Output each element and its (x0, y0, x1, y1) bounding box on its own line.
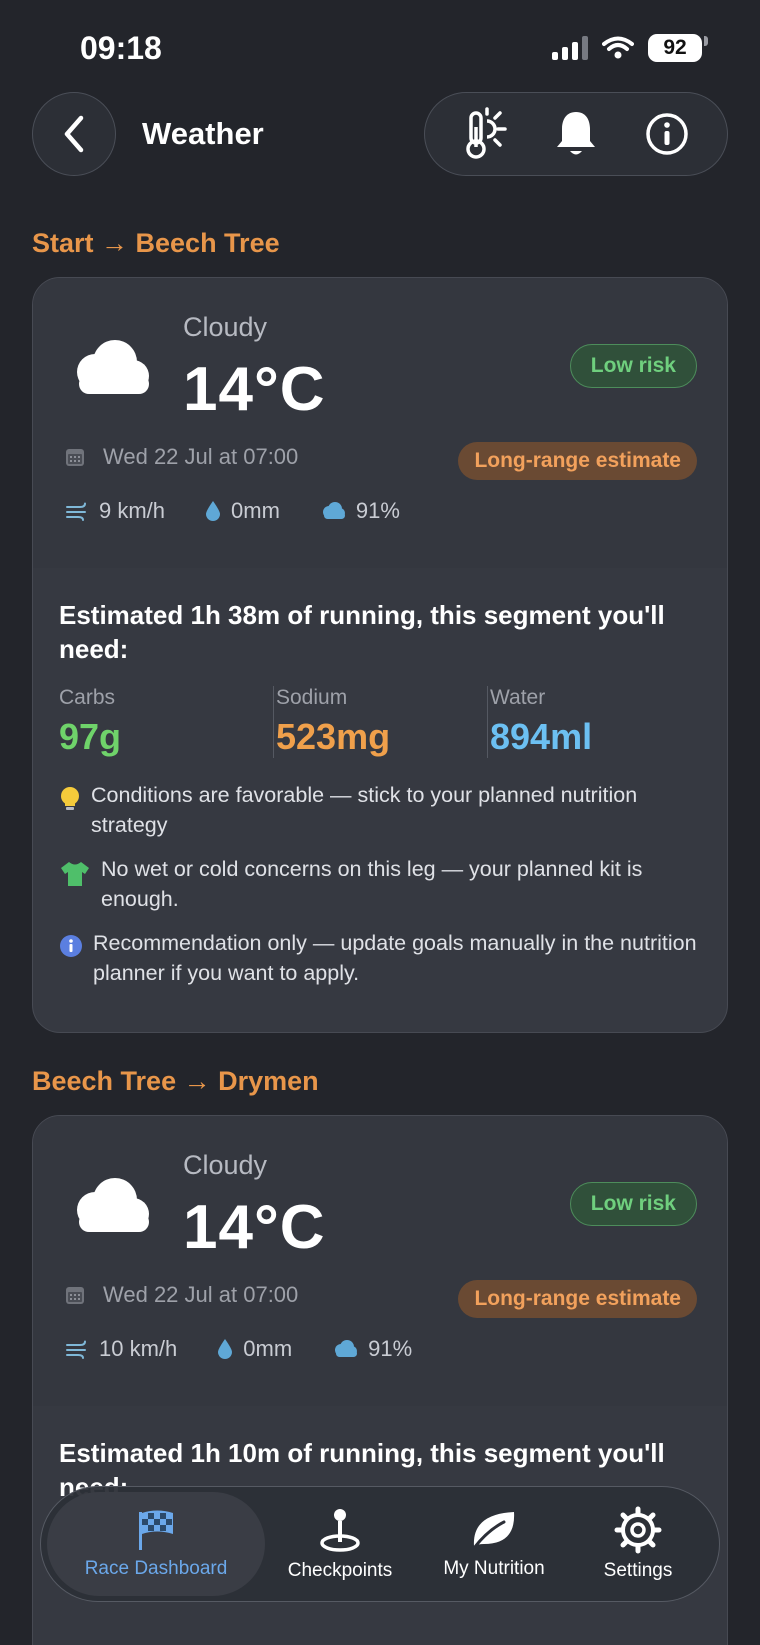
tab-checkpoints[interactable]: Checkpoints (265, 1492, 415, 1596)
cloud-cover-icon (335, 1340, 358, 1357)
status-time: 09:18 (80, 30, 162, 66)
temperature: 14°C (183, 355, 326, 424)
weather-condition: Cloudy (183, 312, 268, 342)
bell-icon (556, 112, 595, 155)
wind-speed: 10 km/h (99, 1336, 178, 1361)
back-button[interactable] (32, 92, 116, 176)
calendar-icon (66, 449, 84, 466)
risk-badge: Low risk (569, 344, 697, 388)
checkered-flag-icon (139, 1510, 173, 1550)
temperature: 14°C (183, 1193, 326, 1262)
nutrition-summary: Carbs 97g Sodium 523mg Water 894ml (59, 686, 701, 758)
calendar-icon (66, 1287, 84, 1304)
water-value: 894ml (490, 716, 593, 757)
bottom-tab-bar: Race Dashboard Checkpoints My Nutrition … (40, 1486, 720, 1602)
tip-text: Conditions are favorable — stick to your… (91, 783, 638, 837)
tip-row: No wet or cold concerns on this leg — yo… (59, 854, 701, 914)
raindrop-icon (218, 1339, 233, 1359)
cloud-icon (77, 1178, 149, 1232)
sodium-value: 523mg (276, 716, 391, 757)
thermometer-sun-icon (465, 107, 507, 159)
wind-speed: 9 km/h (99, 498, 166, 523)
chevron-left-icon (64, 115, 84, 153)
segment-title: Start → Beech Tree (32, 228, 280, 258)
cloud-icon (77, 340, 149, 394)
cloud-cover: 91% (355, 498, 400, 523)
gear-icon (614, 1506, 662, 1554)
signal-icon (552, 36, 588, 60)
tab-label: Checkpoints (287, 1560, 393, 1581)
header-actions (424, 92, 728, 176)
tab-race-dashboard[interactable]: Race Dashboard (47, 1492, 265, 1596)
estimate-badge: Long-range estimate (458, 1280, 697, 1318)
battery-indicator: 92 (648, 34, 708, 62)
map-pin-icon (320, 1509, 360, 1552)
estimate-badge: Long-range estimate (458, 442, 697, 480)
carbs-value: 97g (59, 716, 122, 757)
tshirt-icon (61, 862, 89, 886)
forecast-date: Wed 22 Jul at 07:00 (103, 444, 299, 469)
tip-row: Recommendation only — update goals manua… (59, 928, 701, 988)
battery-level: 92 (648, 34, 702, 62)
leaf-icon (472, 1512, 515, 1550)
info-icon (646, 113, 689, 155)
weather-condition: Cloudy (183, 1150, 268, 1180)
tip-text: Recommendation only — update goals manua… (93, 931, 697, 985)
nutrition-need-heading: Estimated 1h 38m of running, this segmen… (59, 600, 665, 664)
wind-icon (66, 502, 86, 521)
cloud-cover-icon (322, 502, 345, 519)
info-button[interactable] (636, 103, 698, 165)
sodium-label: Sodium (276, 686, 348, 709)
tab-label: Race Dashboard (84, 1558, 228, 1579)
tab-settings[interactable]: Settings (573, 1492, 703, 1596)
nav-header: Weather (0, 90, 760, 182)
tip-row: Conditions are favorable — stick to your… (59, 780, 701, 840)
forecast-date: Wed 22 Jul at 07:00 (103, 1282, 299, 1307)
status-bar: 09:18 92 (0, 0, 760, 90)
lightbulb-icon (61, 787, 79, 810)
raindrop-icon (206, 501, 221, 521)
precipitation: 0mm (243, 1336, 293, 1361)
info-circle-icon (60, 935, 82, 957)
wifi-icon (602, 36, 634, 59)
cloud-cover: 91% (368, 1336, 413, 1361)
tab-label: Settings (603, 1560, 673, 1581)
segment-weather-card[interactable]: Cloudy 14°C Low risk Wed 22 Jul at 07:00… (32, 277, 728, 1033)
carbs-label: Carbs (59, 686, 116, 709)
precipitation: 0mm (231, 498, 280, 523)
temperature-sun-button[interactable] (454, 103, 516, 165)
page-title: Weather (142, 116, 264, 151)
notifications-button[interactable] (545, 103, 607, 165)
segment-title: Beech Tree → Drymen (32, 1066, 319, 1096)
water-label: Water (490, 686, 546, 709)
tab-label: My Nutrition (443, 1558, 545, 1579)
tip-text: No wet or cold concerns on this leg — yo… (101, 857, 643, 911)
wind-icon (66, 1340, 86, 1359)
tab-my-nutrition[interactable]: My Nutrition (415, 1492, 573, 1596)
risk-badge: Low risk (569, 1182, 697, 1226)
